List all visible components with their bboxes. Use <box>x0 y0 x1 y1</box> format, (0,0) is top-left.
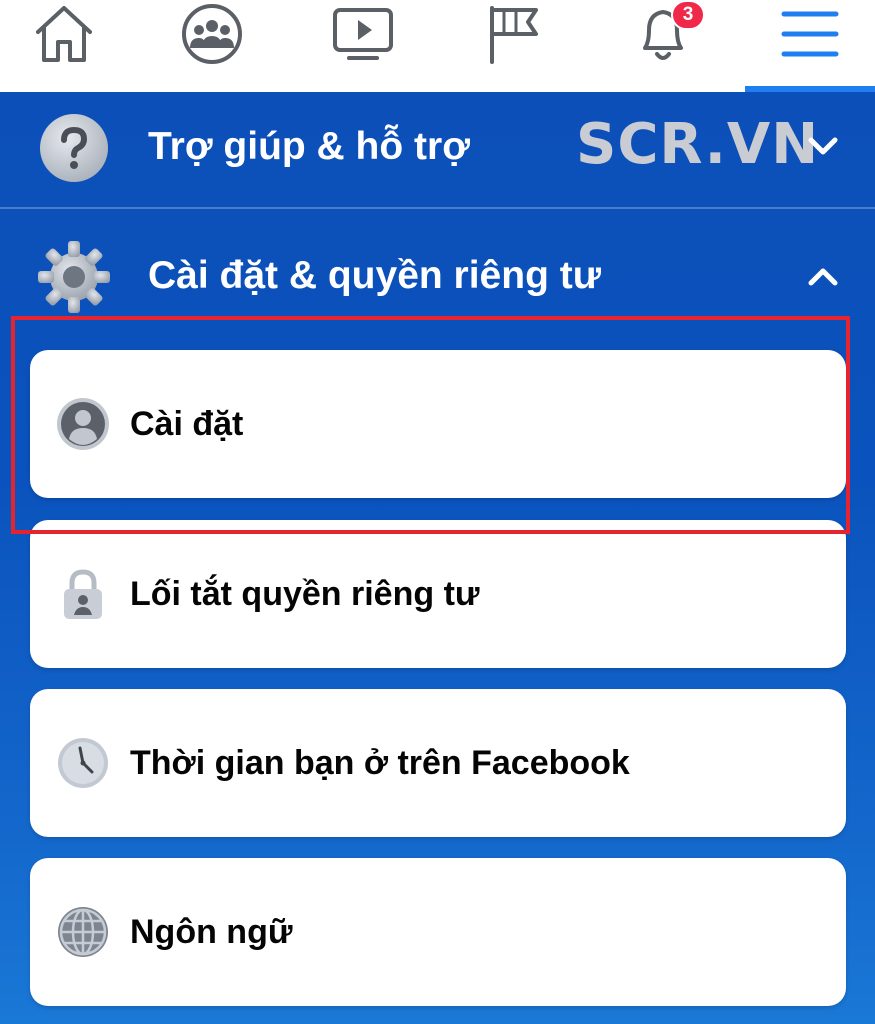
chevron-up-icon[interactable] <box>803 259 843 293</box>
nav-notifications[interactable]: 3 <box>603 0 723 92</box>
section-divider <box>0 207 875 209</box>
settings-card[interactable]: Cài đặt <box>30 350 846 498</box>
nav-menu[interactable] <box>750 0 870 92</box>
settings-privacy-row[interactable]: Cài đặt & quyền riêng tư <box>0 221 875 331</box>
clock-icon <box>56 736 110 790</box>
question-icon <box>36 110 112 186</box>
help-support-label: Trợ giúp & hỗ trợ <box>148 125 470 168</box>
gear-icon <box>36 239 112 315</box>
top-navigation-bar: 3 <box>0 0 875 92</box>
time-on-facebook-label: Thời gian bạn ở trên Facebook <box>130 744 630 782</box>
profile-icon <box>56 397 110 451</box>
privacy-shortcuts-card[interactable]: Lối tắt quyền riêng tư <box>30 520 846 668</box>
settings-privacy-label: Cài đặt & quyền riêng tư <box>148 254 601 297</box>
menu-icon <box>781 11 839 57</box>
watermark: SCR.VN <box>576 112 820 177</box>
watch-icon <box>333 8 393 60</box>
nav-groups[interactable] <box>152 0 272 92</box>
nav-pages[interactable] <box>454 0 574 92</box>
groups-icon <box>182 4 242 64</box>
menu-panel: Trợ giúp & hỗ trợ SCR.VN Cài đặt & quyền… <box>0 92 875 1024</box>
nav-home[interactable] <box>4 0 124 92</box>
lock-icon <box>56 567 110 621</box>
privacy-shortcuts-label: Lối tắt quyền riêng tư <box>130 575 480 613</box>
settings-card-label: Cài đặt <box>130 405 244 443</box>
chevron-down-icon[interactable] <box>803 130 843 164</box>
language-label: Ngôn ngữ <box>130 913 293 951</box>
time-on-facebook-card[interactable]: Thời gian bạn ở trên Facebook <box>30 689 846 837</box>
help-support-row[interactable]: Trợ giúp & hỗ trợ SCR.VN <box>0 92 875 202</box>
home-icon <box>36 6 92 62</box>
language-card[interactable]: Ngôn ngữ <box>30 858 846 1006</box>
globe-icon <box>56 905 110 959</box>
nav-watch[interactable] <box>303 0 423 92</box>
pages-flag-icon <box>490 6 538 64</box>
notification-badge: 3 <box>671 0 705 30</box>
